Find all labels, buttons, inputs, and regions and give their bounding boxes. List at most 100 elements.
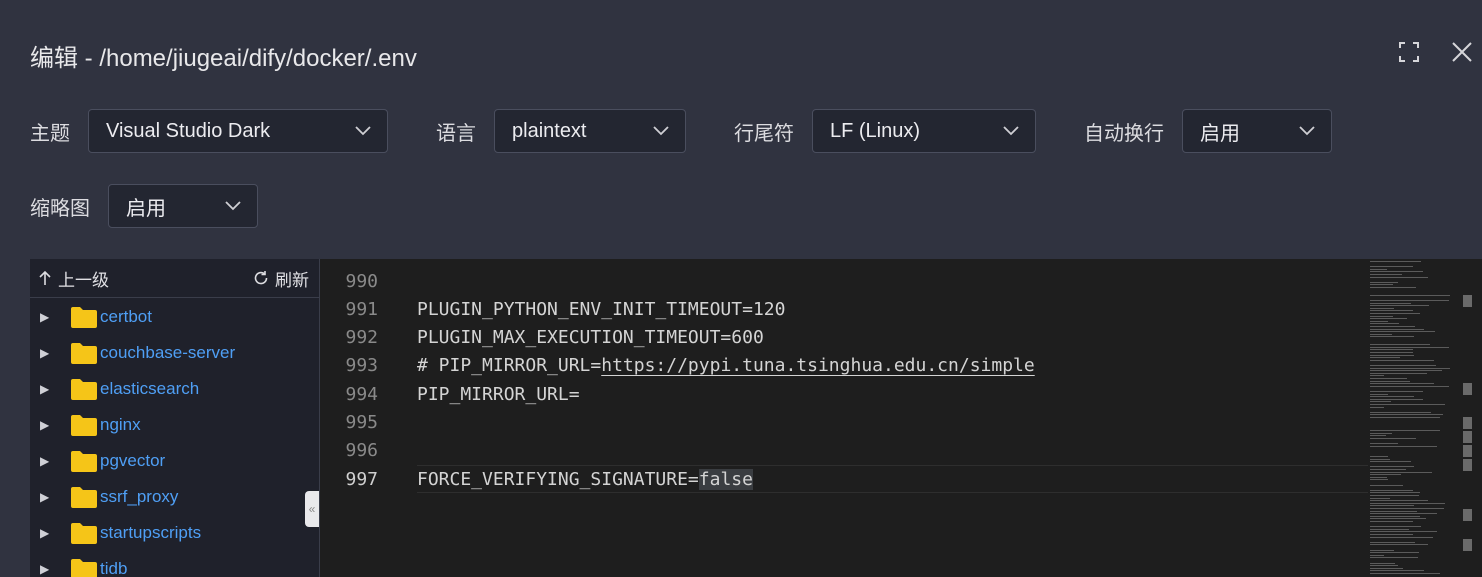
folder-icon [71, 343, 97, 364]
minimap-line [1370, 549, 1394, 551]
go-up-button[interactable]: 上一级 [38, 266, 109, 291]
wordwrap-select[interactable]: 启用 [1182, 109, 1332, 153]
minimap-line [1370, 495, 1419, 496]
folder-item[interactable]: ▶ elasticsearch [30, 371, 319, 407]
minimap-line [1370, 557, 1418, 559]
options-row-2: 缩略图 启用 [30, 184, 306, 228]
chevron-right-icon[interactable]: ▶ [40, 346, 60, 360]
code-line: 994 PIP_MIRROR_URL= [320, 380, 1368, 408]
minimap-line [1370, 526, 1421, 528]
minimap-line [1370, 318, 1407, 320]
minimap-line [1370, 323, 1399, 325]
minimap-line [1370, 562, 1395, 564]
refresh-button[interactable]: 刷新 [253, 266, 309, 291]
minimap-line [1370, 552, 1419, 554]
folder-name[interactable]: certbot [100, 307, 152, 327]
minimap-line [1370, 294, 1450, 296]
line-number: 997 [345, 468, 378, 490]
folder-name[interactable]: startupscripts [100, 523, 201, 543]
chevron-down-icon [355, 126, 371, 136]
minimap-line [1370, 500, 1429, 502]
chevron-right-icon[interactable]: ▶ [40, 310, 60, 324]
minimap-line [1370, 456, 1389, 457]
options-row-1: 主题 Visual Studio Dark 语言 plaintext 行尾符 L… [30, 109, 1332, 153]
chevron-right-icon[interactable]: ▶ [40, 454, 60, 468]
chevron-right-icon[interactable]: ▶ [40, 418, 60, 432]
language-value: plaintext [512, 119, 587, 142]
folder-name[interactable]: pgvector [100, 451, 165, 471]
minimap-line [1370, 528, 1410, 530]
minimap-line [1370, 328, 1425, 330]
chevron-down-icon [653, 126, 669, 136]
folder-icon [71, 451, 97, 472]
minimap-line [1370, 370, 1443, 372]
minimap-select[interactable]: 启用 [108, 184, 258, 228]
minimap-line [1370, 570, 1424, 572]
minimap-line [1370, 508, 1445, 509]
minimap-line [1370, 443, 1399, 444]
code-editor[interactable]: 990 991 PLUGIN_PYTHON_ENV_INIT_TIMEOUT=120… [320, 259, 1482, 577]
minimap-line [1370, 320, 1388, 322]
folder-item[interactable]: ▶ certbot [30, 299, 319, 335]
selection-highlight: false [698, 468, 753, 490]
minimap-line [1370, 336, 1414, 338]
code-line: 992 PLUGIN_MAX_EXECUTION_TIMEOUT=600 [320, 324, 1368, 352]
minimap-line [1370, 276, 1429, 278]
code-line: 991 PLUGIN_PYTHON_ENV_INIT_TIMEOUT=120 [320, 295, 1368, 323]
minimap-line [1370, 476, 1388, 478]
chevron-right-icon[interactable]: ▶ [40, 526, 60, 540]
collapse-sidebar-button[interactable]: « [305, 491, 319, 527]
minimap-line [1370, 430, 1441, 431]
folder-icon [71, 523, 97, 544]
folder-item[interactable]: ▶ nginx [30, 407, 319, 443]
close-icon[interactable] [1450, 40, 1474, 64]
minimap-line [1370, 554, 1384, 556]
minimap-line [1370, 513, 1438, 515]
minimap-line [1370, 310, 1414, 312]
folder-icon [71, 307, 97, 328]
language-select[interactable]: plaintext [494, 109, 686, 153]
file-tree: 上一级 刷新 ▶ certbot ▶ couchbase-server ▶ elastic… [30, 259, 320, 577]
folder-name[interactable]: elasticsearch [100, 379, 199, 399]
url-link[interactable]: https://pypi.tuna.tsinghua.edu.cn/simple [601, 355, 1034, 376]
folder-name[interactable]: couchbase-server [100, 343, 235, 363]
minimap-line [1370, 365, 1436, 366]
minimap-line [1370, 391, 1423, 392]
minimap-line [1370, 344, 1430, 346]
minimap-line [1370, 315, 1393, 317]
minimap-line [1370, 458, 1390, 460]
chevron-right-icon[interactable]: ▶ [40, 490, 60, 504]
folder-list: ▶ certbot ▶ couchbase-server ▶ elasticsearch ▶… [30, 298, 319, 577]
chevron-right-icon[interactable]: ▶ [40, 562, 60, 576]
folder-icon [71, 379, 97, 400]
folder-item[interactable]: ▶ pgvector [30, 443, 319, 479]
minimap[interactable] [1368, 259, 1482, 577]
chevron-right-icon[interactable]: ▶ [40, 382, 60, 396]
minimap-marker [1463, 295, 1472, 307]
folder-name[interactable]: ssrf_proxy [100, 487, 178, 507]
minimap-line [1370, 461, 1412, 463]
partial-previous-line [417, 259, 617, 261]
minimap-label: 缩略图 [30, 197, 90, 220]
folder-item[interactable]: ▶ ssrf_proxy [30, 479, 319, 515]
minimap-line [1370, 573, 1441, 574]
eol-select[interactable]: LF (Linux) [812, 109, 1036, 153]
minimap-line [1370, 544, 1429, 546]
minimap-line [1370, 521, 1413, 522]
folder-item[interactable]: ▶ tidb [30, 551, 319, 577]
minimap-line [1370, 372, 1427, 374]
folder-item[interactable]: ▶ couchbase-server [30, 335, 319, 371]
folder-item[interactable]: ▶ startupscripts [30, 515, 319, 551]
minimap-line [1370, 305, 1430, 307]
minimap-line [1370, 401, 1391, 403]
minimap-line [1370, 541, 1415, 543]
wordwrap-label: 自动换行 [1084, 122, 1164, 145]
minimap-line [1370, 479, 1388, 481]
chevron-down-icon [225, 201, 241, 211]
fullscreen-icon[interactable] [1398, 41, 1420, 63]
header-actions [1398, 40, 1474, 64]
folder-name[interactable]: nginx [100, 415, 141, 435]
theme-select[interactable]: Visual Studio Dark [88, 109, 388, 153]
folder-icon [71, 559, 97, 577]
folder-name[interactable]: tidb [100, 559, 127, 577]
